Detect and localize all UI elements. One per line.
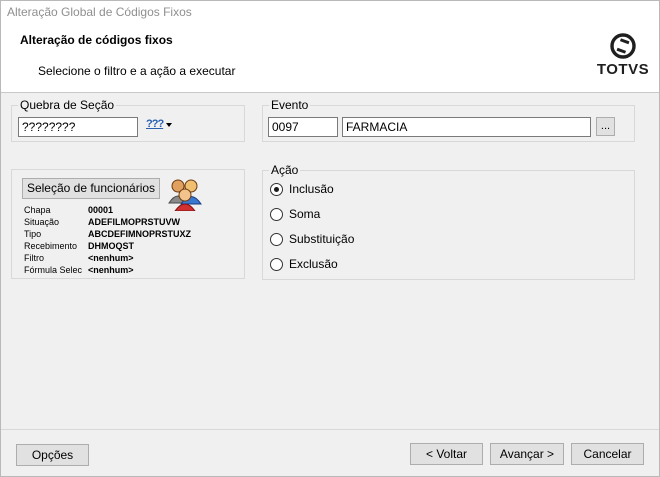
info-label: Fórmula Selec [24, 265, 83, 275]
next-button[interactable]: Avançar > [490, 443, 564, 465]
chevron-down-icon [166, 123, 172, 127]
totvs-logo-icon [610, 33, 636, 59]
selecao-funcionarios-button[interactable]: Seleção de funcionários [22, 178, 160, 199]
info-value: 00001 [88, 205, 114, 215]
info-value: <nenhum> [88, 253, 134, 263]
totvs-logo: TOTVS [595, 33, 651, 83]
evento-name-field[interactable]: FARMACIA [342, 117, 591, 137]
info-value: ABCDEFIMNOPRSTUXZ [88, 229, 191, 239]
radio-circle [270, 258, 283, 271]
page-subtitle: Selecione o filtro e a ação a executar [38, 64, 236, 78]
quebra-secao-legend: Quebra de Seção [18, 98, 117, 112]
info-label: Filtro [24, 253, 44, 263]
radio-circle [270, 183, 283, 196]
info-value: DHMOQST [88, 241, 134, 251]
quebra-dropdown-label: ??? [146, 118, 164, 130]
info-value: <nenhum> [88, 265, 134, 275]
info-label: Tipo [24, 229, 42, 239]
info-label: Situação [24, 217, 60, 227]
evento-legend: Evento [269, 98, 311, 112]
info-label: Chapa [24, 205, 51, 215]
title-bar: Alteração Global de Códigos Fixos [1, 1, 659, 25]
evento-browse-button[interactable]: ... [596, 117, 615, 136]
users-group-icon [168, 179, 202, 211]
logo-wordmark: TOTVS [596, 61, 650, 78]
dialog-window: Alteração Global de Códigos Fixos Altera… [0, 0, 660, 477]
quebra-secao-dropdown[interactable]: ??? [146, 118, 172, 134]
radio-selected-dot [274, 187, 279, 192]
window-title: Alteração Global de Códigos Fixos [7, 5, 192, 19]
back-button[interactable]: < Voltar [410, 443, 483, 465]
quebra-secao-input[interactable]: ???????? [18, 117, 138, 137]
radio-label: Soma [289, 207, 321, 221]
info-label: Recebimento [24, 241, 78, 251]
wizard-header: Alteração de códigos fixos Selecione o f… [1, 25, 659, 93]
opcoes-button[interactable]: Opções [16, 444, 89, 466]
radio-circle [270, 233, 283, 246]
radio-circle [270, 208, 283, 221]
acao-legend: Ação [269, 163, 301, 177]
radio-label: Inclusão [289, 182, 334, 196]
radio-label: Exclusão [289, 257, 338, 271]
radio-label: Substituição [289, 232, 355, 246]
page-title: Alteração de códigos fixos [20, 33, 173, 47]
info-value: ADEFILMOPRSTUVW [88, 217, 180, 227]
cancel-button[interactable]: Cancelar [571, 443, 644, 465]
evento-code-input[interactable]: 0097 [268, 117, 338, 137]
